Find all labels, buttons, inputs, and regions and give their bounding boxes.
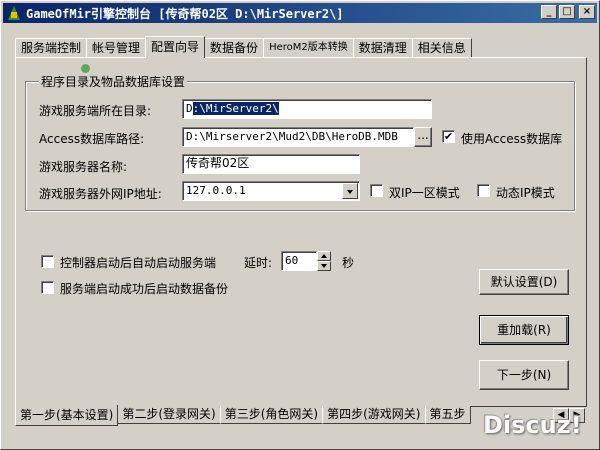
tab-herom2-convert[interactable]: HeroM2版本转换 bbox=[263, 38, 354, 57]
window-title: GameOfMir引擎控制台 [传奇帮02区 D:\MirServer2\] bbox=[26, 6, 344, 21]
stepper-down-icon[interactable] bbox=[317, 261, 331, 271]
server-dir-value-prefix: D bbox=[186, 102, 193, 115]
tab-step1-basic[interactable]: 第一步(基本设置) bbox=[15, 405, 119, 426]
dual-ip-label: 双IP一区模式 bbox=[389, 186, 460, 200]
close-button[interactable]: × bbox=[579, 5, 595, 19]
tab-account-manage[interactable]: 帐号管理 bbox=[86, 38, 147, 57]
tab-step2-login-gate[interactable]: 第二步(登录网关) bbox=[117, 406, 221, 424]
tab-step3-role-gate[interactable]: 第三步(角色网关) bbox=[219, 406, 324, 424]
access-path-input[interactable]: D:\Mirserver2\Mud2\DB\HeroDB.MDB bbox=[182, 127, 414, 147]
tab-about[interactable]: 相关信息 bbox=[411, 38, 472, 57]
use-access-label: 使用Access数据库 bbox=[461, 132, 563, 146]
auto-start-label: 控制器启动后自动启动服务端 bbox=[60, 256, 217, 270]
reload-button[interactable]: 重加载(R) bbox=[479, 315, 569, 345]
delay-stepper[interactable] bbox=[317, 251, 331, 271]
ip-combobox[interactable]: 127.0.0.1 bbox=[182, 181, 360, 201]
tab-config-wizard[interactable]: 配置向导 bbox=[145, 36, 206, 58]
default-settings-button[interactable]: 默认设置(D) bbox=[479, 269, 569, 295]
minimize-button[interactable]: _ bbox=[541, 5, 557, 19]
server-dir-value-selected: :\MirServer2\ bbox=[192, 102, 279, 115]
delay-label: 延时: bbox=[244, 256, 273, 270]
tab-data-cleanup[interactable]: 数据清理 bbox=[352, 38, 413, 57]
tab-step4-game-gate[interactable]: 第四步(游戏网关) bbox=[322, 406, 426, 424]
delay-input[interactable]: 60 bbox=[281, 251, 317, 271]
step-tab-bar: 第一步(基本设置) 第二步(登录网关) 第三步(角色网关) 第四步(游戏网关) … bbox=[15, 405, 471, 428]
main-tab-bar: 服务端控制 帐号管理 配置向导 数据备份 HeroM2版本转换 数据清理 相关信… bbox=[15, 36, 472, 58]
server-dir-label: 游戏服务端所在目录: bbox=[39, 104, 152, 118]
ip-label: 游戏服务器外网IP地址: bbox=[39, 187, 162, 201]
mouse-cursor-icon bbox=[81, 64, 90, 73]
tab-data-backup[interactable]: 数据备份 bbox=[204, 38, 265, 57]
access-path-label: Access数据库路径: bbox=[39, 132, 145, 146]
auto-backup-checkbox[interactable] bbox=[41, 281, 54, 294]
dynamic-ip-label: 动态IP模式 bbox=[496, 186, 555, 200]
next-step-button[interactable]: 下一步(N) bbox=[479, 360, 569, 390]
browse-button[interactable]: ... bbox=[414, 127, 432, 147]
server-dir-input[interactable]: D:\MirServer2\ bbox=[182, 99, 432, 119]
use-access-checkbox[interactable]: ✔ bbox=[442, 130, 455, 143]
window-controls: _ □ × bbox=[541, 5, 595, 19]
delay-unit-label: 秒 bbox=[342, 256, 355, 270]
chevron-down-icon[interactable] bbox=[342, 183, 358, 199]
auto-backup-label: 服务端启动成功后启动数据备份 bbox=[60, 282, 229, 296]
server-name-input[interactable]: 传奇帮02区 bbox=[182, 154, 360, 174]
stepper-up-icon[interactable] bbox=[317, 251, 331, 261]
main-window: GameOfMir引擎控制台 [传奇帮02区 D:\MirServer2\] _… bbox=[0, 0, 600, 450]
server-name-label: 游戏服务器名称: bbox=[39, 160, 128, 174]
discuz-watermark: Discuz! bbox=[483, 411, 582, 439]
groupbox-title: 程序目录及物品数据库设置 bbox=[39, 73, 188, 90]
app-icon bbox=[6, 5, 22, 21]
title-bar[interactable]: GameOfMir引擎控制台 [传奇帮02区 D:\MirServer2\] _… bbox=[3, 3, 597, 23]
dynamic-ip-checkbox[interactable] bbox=[477, 184, 490, 197]
tab-server-control[interactable]: 服务端控制 bbox=[15, 38, 88, 57]
dual-ip-checkbox[interactable] bbox=[370, 184, 383, 197]
auto-start-checkbox[interactable] bbox=[41, 255, 54, 268]
maximize-button[interactable]: □ bbox=[559, 5, 575, 19]
tab-step5[interactable]: 第五步 bbox=[424, 406, 471, 424]
